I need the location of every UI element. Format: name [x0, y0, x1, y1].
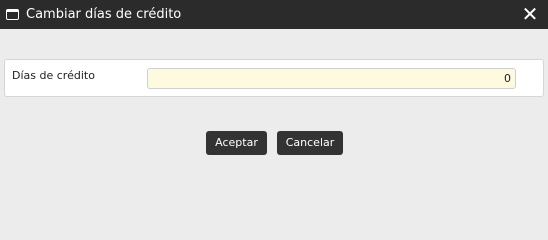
dialog-title: Cambiar días de crédito — [26, 7, 182, 22]
accept-button[interactable]: Aceptar — [206, 131, 267, 155]
dialog-titlebar: Cambiar días de crédito ✕ — [0, 0, 548, 29]
credit-days-input[interactable] — [147, 68, 516, 89]
window-icon — [6, 9, 19, 20]
cancel-button[interactable]: Cancelar — [277, 131, 343, 155]
credit-days-label: Días de crédito — [12, 69, 95, 82]
form-panel: Días de crédito — [4, 59, 544, 97]
close-icon[interactable]: ✕ — [520, 4, 540, 24]
